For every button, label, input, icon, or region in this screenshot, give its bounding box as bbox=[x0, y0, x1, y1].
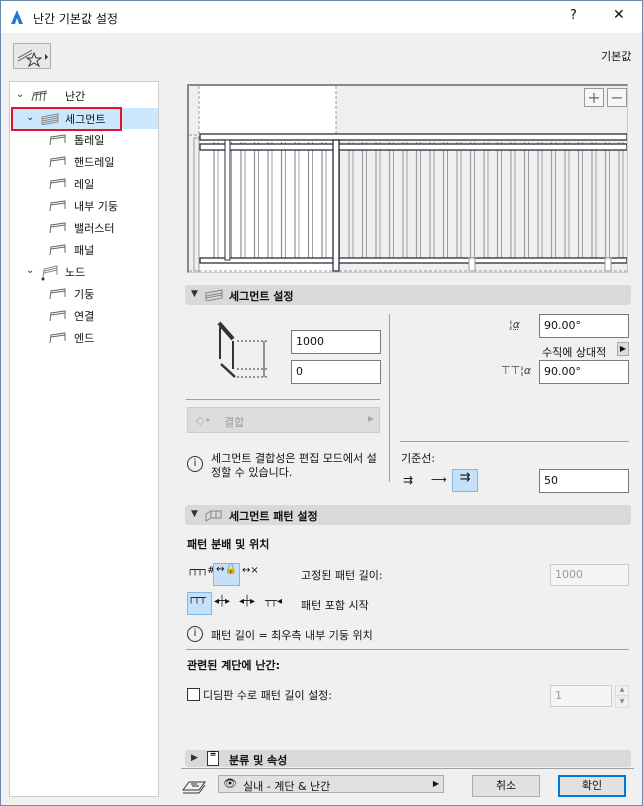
document-icon: ≡ bbox=[207, 750, 219, 766]
eye-icon: 👁 bbox=[223, 777, 237, 790]
relative-label: 수직에 상대적 bbox=[542, 346, 607, 359]
layer-icon bbox=[182, 781, 206, 794]
connection-icon bbox=[49, 310, 66, 322]
baseline-left-button[interactable]: ⇉ bbox=[403, 473, 413, 487]
collapse-triangle-icon: ▼ bbox=[191, 509, 198, 519]
baseline-right-button[interactable]: ⇉ bbox=[452, 469, 478, 492]
height-input[interactable]: 1000 bbox=[291, 330, 381, 354]
divider bbox=[186, 649, 629, 650]
offset-input[interactable]: 0 bbox=[291, 360, 381, 384]
join-info-text: 세그먼트 결합성은 편집 모드에서 설정할 수 있습니다. bbox=[211, 452, 377, 479]
pattern-count-button[interactable]: ┌┬┬┐# bbox=[187, 565, 215, 576]
panel-icon bbox=[49, 244, 66, 256]
pattern-start-mid-button[interactable]: ◂┼▸ bbox=[239, 596, 255, 607]
post-icon bbox=[49, 288, 66, 300]
railing-icon bbox=[31, 90, 48, 102]
chevron-down-icon[interactable]: ⌄ bbox=[16, 89, 24, 100]
rail-icon bbox=[49, 178, 66, 190]
pattern-icon bbox=[205, 510, 222, 522]
pattern-settings-header[interactable]: ▼ 세그먼트 패턴 설정 bbox=[185, 505, 631, 525]
archicad-icon bbox=[11, 10, 23, 24]
info-icon: i bbox=[187, 626, 203, 642]
tread-count-input[interactable]: 1 bbox=[550, 685, 612, 707]
arrow-right-icon: ▶ bbox=[432, 779, 439, 788]
post bbox=[224, 139, 231, 261]
post bbox=[604, 257, 612, 272]
post bbox=[332, 139, 340, 272]
window-title: 난간 기본값 설정 bbox=[33, 12, 118, 26]
railing-preview[interactable]: + − bbox=[187, 84, 628, 273]
expand-triangle-icon: ▶ bbox=[191, 753, 198, 763]
end-icon bbox=[49, 332, 66, 344]
segment-icon bbox=[41, 113, 59, 125]
cancel-button[interactable]: 취소 bbox=[472, 775, 540, 797]
stair-heading: 관련된 계단에 난간: bbox=[187, 659, 281, 672]
spinner-up-button[interactable]: ▲ bbox=[615, 685, 629, 696]
pattern-info-text: 패턴 길이 = 최우측 내부 기둥 위치 bbox=[211, 629, 373, 642]
pattern-fixed-length-button[interactable]: ↔🔒 bbox=[213, 563, 240, 586]
chevron-down-icon[interactable]: ⌄ bbox=[26, 112, 34, 123]
join-button: ◇• 결합 ▶ bbox=[187, 407, 380, 433]
join-icon: ◇• bbox=[196, 414, 211, 427]
baseline-center-button[interactable]: ⟶ bbox=[431, 473, 447, 486]
baseline-label: 기준선: bbox=[401, 452, 436, 465]
zoom-in-button[interactable]: + bbox=[584, 88, 604, 107]
favorites-star-icon bbox=[17, 49, 48, 68]
railing-preview-drawing bbox=[189, 86, 628, 272]
fixed-length-input[interactable]: 1000 bbox=[550, 564, 629, 586]
angle-input-1[interactable]: 90.00° bbox=[539, 314, 629, 338]
pattern-start-left-button[interactable]: ┌┬┬ bbox=[187, 592, 212, 615]
node-icon bbox=[41, 265, 58, 281]
info-icon: i bbox=[187, 456, 203, 472]
bottom-rail bbox=[199, 257, 628, 264]
pattern-start-center-button[interactable]: ◂┼▸ bbox=[214, 596, 230, 607]
ok-button[interactable]: 확인 bbox=[558, 775, 626, 797]
defaults-label: 기본값 bbox=[601, 50, 632, 63]
zoom-out-button[interactable]: − bbox=[607, 88, 627, 107]
angle-input-2[interactable]: 90.00° bbox=[539, 360, 629, 384]
close-button[interactable]: ✕ bbox=[613, 7, 625, 23]
collapse-triangle-icon: ▼ bbox=[191, 289, 198, 299]
classification-header[interactable]: ▶ ≡ 분류 및 속성 bbox=[185, 750, 631, 767]
help-button[interactable]: ? bbox=[570, 8, 577, 23]
angle-icon: ¦α bbox=[509, 318, 520, 331]
tread-checkbox[interactable] bbox=[187, 688, 200, 701]
toprail-icon bbox=[49, 134, 66, 146]
pattern-start-right-button[interactable]: ┬┬◂ bbox=[265, 596, 282, 607]
slope-angle-icon: ⊤⊤¦α bbox=[501, 364, 532, 377]
divider bbox=[181, 768, 634, 769]
segment-icon bbox=[205, 289, 223, 301]
relative-menu-button[interactable]: ▶ bbox=[617, 342, 629, 356]
layer-dropdown[interactable]: 👁 실내 - 계단 & 난간 ▶ bbox=[218, 775, 444, 793]
segment-settings-header[interactable]: ▼ 세그먼트 설정 bbox=[185, 285, 631, 305]
pattern-free-button[interactable]: ↔× bbox=[242, 565, 259, 576]
end-post bbox=[193, 137, 200, 272]
divider bbox=[186, 399, 380, 400]
baluster-icon bbox=[49, 222, 66, 234]
spinner-down-button[interactable]: ▼ bbox=[615, 697, 629, 708]
chevron-down-icon[interactable]: ⌄ bbox=[26, 265, 34, 276]
inner-post-icon bbox=[49, 200, 66, 212]
handrail-icon bbox=[49, 156, 66, 168]
favorites-button[interactable] bbox=[13, 43, 51, 69]
arrow-right-icon: ▶ bbox=[367, 414, 374, 423]
divider bbox=[400, 441, 629, 442]
fixed-length-label: 고정된 패턴 길이: bbox=[301, 569, 383, 582]
divider bbox=[389, 314, 390, 482]
top-rail bbox=[199, 133, 628, 141]
tread-checkbox-label: 디딤판 수로 패턴 길이 설정: bbox=[203, 689, 333, 702]
pattern-start-label: 패턴 포함 시작 bbox=[301, 599, 369, 612]
distribution-heading: 패턴 분배 및 위치 bbox=[187, 538, 270, 551]
height-diagram-icon bbox=[217, 321, 267, 378]
title-bar: 난간 기본값 설정 ? ✕ bbox=[1, 1, 642, 33]
post bbox=[468, 257, 476, 272]
handrail bbox=[199, 143, 628, 151]
baseline-offset-input[interactable]: 50 bbox=[539, 469, 629, 493]
